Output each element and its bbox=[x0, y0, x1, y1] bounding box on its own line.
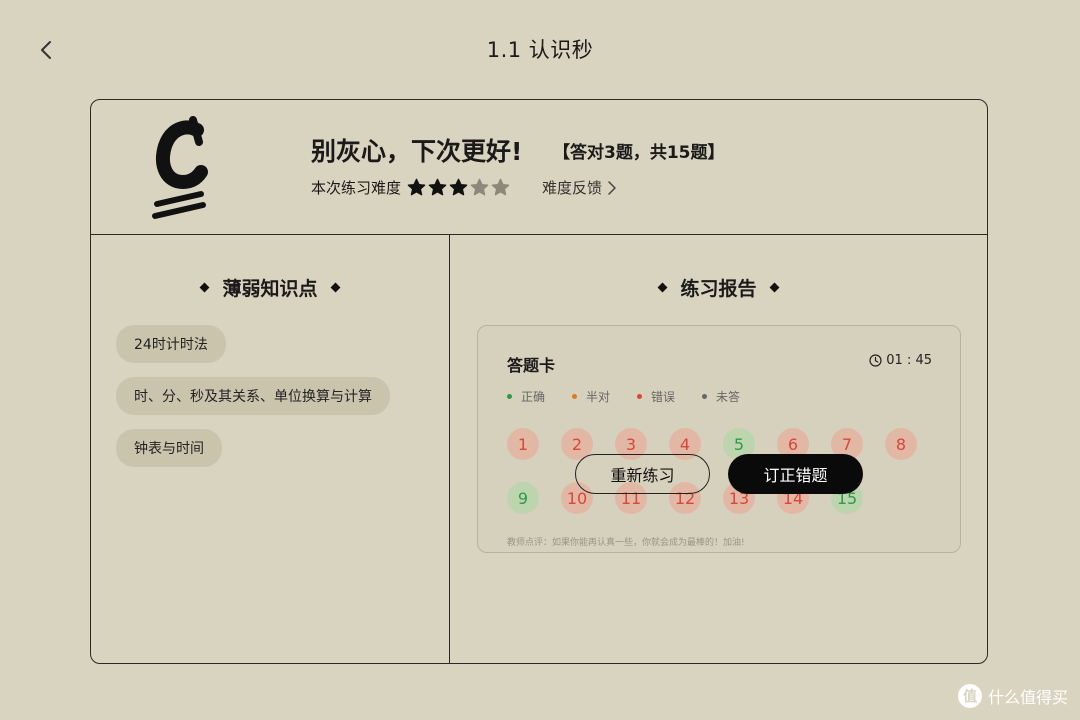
difficulty-feedback-link[interactable]: 难度反馈 bbox=[542, 177, 616, 198]
question-bubble-1[interactable]: 1 bbox=[507, 428, 539, 460]
weak-points-title: 薄弱知识点 bbox=[91, 274, 449, 301]
clock-icon bbox=[869, 354, 882, 367]
weak-point-chip[interactable]: 时、分、秒及其关系、单位换算与计算 bbox=[116, 377, 390, 415]
diamond-icon bbox=[769, 282, 779, 293]
diamond-icon bbox=[330, 282, 340, 293]
grade-c-logo bbox=[152, 116, 208, 219]
status-dot-icon bbox=[702, 394, 708, 399]
diamond-icon bbox=[200, 282, 210, 293]
result-header: 别灰心，下次更好! 【答对3题，共15题】 本次练习难度 难度反馈 bbox=[91, 100, 987, 235]
difficulty-stars bbox=[407, 178, 512, 197]
elapsed-time: 01 : 45 bbox=[886, 353, 932, 368]
result-count: 【答对3题，共15题】 bbox=[553, 143, 725, 163]
question-bubble-9[interactable]: 9 bbox=[507, 482, 539, 514]
difficulty-feedback-label: 难度反馈 bbox=[542, 179, 603, 197]
legend-half: 半对 bbox=[572, 388, 610, 405]
report-title-text: 练习报告 bbox=[680, 278, 757, 300]
legend-unanswered: 未答 bbox=[702, 388, 740, 405]
status-dot-icon bbox=[572, 394, 578, 399]
legend-label: 正确 bbox=[521, 390, 546, 404]
report-title: 练习报告 bbox=[450, 274, 987, 301]
watermark-logo: 值 bbox=[957, 684, 982, 708]
weak-points-title-text: 薄弱知识点 bbox=[222, 278, 318, 300]
difficulty-label: 本次练习难度 bbox=[311, 179, 402, 197]
teacher-comment: 教师点评：如果你能再认真一些，你就会成为最棒的！加油! bbox=[507, 538, 745, 548]
legend-wrong: 错误 bbox=[637, 388, 675, 405]
chevron-right-icon bbox=[608, 180, 616, 195]
difficulty-row: 本次练习难度 难度反馈 bbox=[311, 177, 616, 198]
star-empty-icon bbox=[491, 178, 510, 196]
answer-sheet-title: 答题卡 bbox=[507, 356, 556, 375]
result-message: 别灰心，下次更好! bbox=[311, 137, 523, 166]
weak-points-panel: 薄弱知识点 24时计时法 时、分、秒及其关系、单位换算与计算 钟表与时间 bbox=[91, 234, 450, 663]
legend-label: 错误 bbox=[651, 390, 676, 404]
watermark: 值 什么值得买 bbox=[957, 684, 1068, 708]
status-dot-icon bbox=[507, 394, 512, 399]
answer-sheet: 答题卡 01 : 45 正确 半对 错误 未答 1 2 3 4 5 6 7 8 9 10 11 12 1… bbox=[477, 325, 961, 553]
correct-mistakes-button[interactable]: 订正错题 bbox=[728, 454, 863, 494]
status-legend: 正确 半对 错误 未答 bbox=[507, 388, 767, 405]
status-dot-icon bbox=[637, 394, 643, 399]
star-filled-icon bbox=[428, 178, 447, 196]
watermark-text: 什么值得买 bbox=[987, 688, 1068, 707]
star-filled-icon bbox=[449, 178, 468, 196]
legend-label: 半对 bbox=[586, 390, 611, 404]
report-panel: 练习报告 答题卡 01 : 45 正确 半对 错误 未答 1 2 3 4 5 6 7 8 9 10… bbox=[450, 234, 987, 663]
diamond-icon bbox=[658, 282, 668, 293]
weak-points-list: 24时计时法 时、分、秒及其关系、单位换算与计算 钟表与时间 bbox=[116, 325, 390, 481]
star-empty-icon bbox=[470, 178, 489, 196]
elapsed-timer: 01 : 45 bbox=[869, 353, 932, 368]
legend-correct: 正确 bbox=[507, 388, 545, 405]
retry-button[interactable]: 重新练习 bbox=[575, 454, 710, 494]
weak-point-chip[interactable]: 钟表与时间 bbox=[116, 429, 222, 467]
weak-point-chip[interactable]: 24时计时法 bbox=[116, 325, 226, 363]
star-filled-icon bbox=[407, 178, 426, 196]
page-title: 1.1 认识秒 bbox=[486, 38, 594, 62]
legend-label: 未答 bbox=[716, 390, 741, 404]
question-bubble-8[interactable]: 8 bbox=[885, 428, 917, 460]
result-card: 别灰心，下次更好! 【答对3题，共15题】 本次练习难度 难度反馈 薄弱知识点 … bbox=[90, 99, 988, 664]
